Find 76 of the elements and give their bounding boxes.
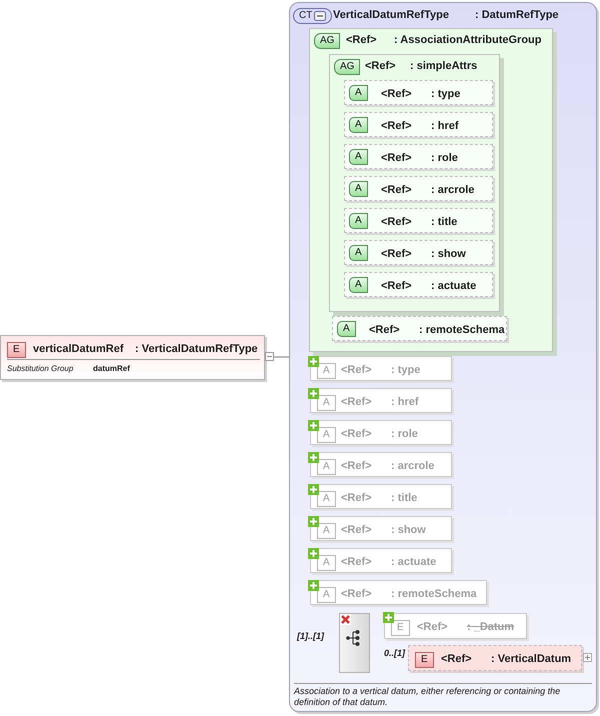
type-badge: A [317, 523, 336, 539]
ref-label: <Ref> [369, 322, 400, 338]
type-badge: A [349, 85, 368, 101]
type-badge: AG [334, 59, 360, 75]
substitution-label: Substitution Group [7, 363, 74, 375]
element-type: : VerticalDatumRefType [135, 342, 258, 357]
close-icon [340, 614, 351, 625]
type-badge: A [337, 321, 356, 337]
ref-name: : show [431, 246, 466, 262]
type-badge: E [391, 620, 410, 636]
ref-name: : href [431, 118, 458, 134]
type-badge: AG [314, 33, 340, 49]
type-name: VerticalDatumRefType [333, 8, 449, 23]
type-badge: A [349, 117, 368, 133]
substitution-value: datumRef [93, 363, 130, 375]
ref-label: <Ref> [381, 182, 412, 198]
ref-name: : role [391, 426, 418, 442]
element-name: verticalDatumRef [33, 342, 124, 357]
ref-label: <Ref> [341, 522, 372, 538]
ref-name: : remoteSchema [419, 322, 505, 338]
ref-name: : href [391, 394, 418, 410]
ref-name: : AssociationAttributeGroup [394, 33, 542, 48]
ref-label: <Ref> [341, 554, 372, 570]
ref-name: : VerticalDatum [491, 652, 572, 667]
type-badge: A [317, 555, 336, 571]
occurrence-label: 0..[1] [384, 647, 406, 660]
collapse-icon [314, 11, 326, 21]
ref-label: <Ref> [381, 86, 412, 102]
ref-label: <Ref> [341, 586, 372, 602]
ref-name: : arcrole [431, 182, 474, 198]
type-badge: A [317, 459, 336, 475]
collapse-icon[interactable] [265, 352, 274, 361]
ref-label: <Ref> [381, 278, 412, 294]
ref-name: : _Datum [467, 620, 514, 635]
ref-label: <Ref> [381, 214, 412, 230]
ref-name: : actuate [431, 278, 476, 294]
ref-label: <Ref> [381, 118, 412, 134]
ref-name: : type [391, 362, 420, 378]
ref-name: : simpleAttrs [410, 59, 478, 74]
ref-name: : actuate [391, 554, 436, 570]
ref-label: <Ref> [341, 394, 372, 410]
choice-icon [346, 630, 360, 646]
base-type: : DatumRefType [475, 8, 559, 23]
ref-label: <Ref> [441, 652, 472, 667]
type-badge: A [349, 245, 368, 261]
type-badge: A [349, 149, 368, 165]
type-badge: A [349, 213, 368, 229]
ref-label: <Ref> [381, 150, 412, 166]
ref-name: : title [391, 490, 418, 506]
type-badge: A [317, 363, 336, 379]
ref-label: <Ref> [417, 620, 448, 635]
expand-icon[interactable] [583, 653, 592, 662]
ref-name: : show [391, 522, 426, 538]
choice-box [339, 613, 370, 673]
type-badge: A [349, 277, 368, 293]
ref-label: <Ref> [381, 246, 412, 262]
ref-label: <Ref> [341, 490, 372, 506]
type-badge: E [7, 342, 26, 358]
occurrence-label: [1]..[1] [297, 630, 324, 643]
ref-label: <Ref> [341, 362, 372, 378]
description-text: Association to a vertical datum, either referencing or containing the definition of that datum. [294, 686, 562, 708]
ref-name: : role [431, 150, 458, 166]
type-badge: A [349, 181, 368, 197]
ref-label: <Ref> [341, 458, 372, 474]
ref-name: : type [431, 86, 460, 102]
ref-name: : remoteSchema [391, 586, 477, 602]
type-badge: A [317, 491, 336, 507]
ref-name: : arcrole [391, 458, 434, 474]
type-badge: E [415, 652, 434, 668]
ref-label: <Ref> [365, 59, 396, 74]
type-badge: A [317, 587, 336, 603]
ref-label: <Ref> [341, 426, 372, 442]
ref-label: <Ref> [346, 33, 377, 48]
type-badge: A [317, 395, 336, 411]
type-badge: A [317, 427, 336, 443]
ref-name: : title [431, 214, 458, 230]
